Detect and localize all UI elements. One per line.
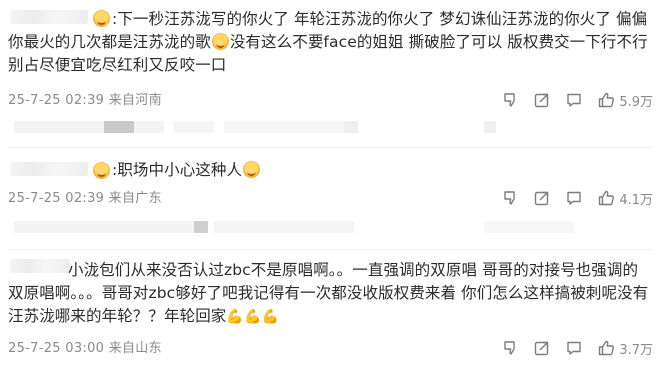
grin-emoji-icon [243, 161, 261, 178]
like-count: 4.1万 [619, 192, 653, 208]
comment-icon[interactable] [565, 339, 583, 357]
comment-icon[interactable] [565, 91, 583, 109]
comment-time: 25-7-25 02:39 [8, 93, 105, 108]
comment-meta: 25-7-25 02:39 来自河南 5.9万 [8, 89, 653, 111]
comment-meta: 25-7-25 02:39 来自广东 4.1万 [8, 187, 653, 209]
blurred-reply-preview [14, 221, 574, 233]
comment-text: 小泷包们从来没否认过zbc不是原唱啊。。一直强调的双原唱 哥哥的对接号也强调的双… [8, 259, 653, 329]
like-count: 5.9万 [619, 94, 653, 110]
comment-text: :下一秒汪苏泷写的你火了 年轮汪苏泷的你火了 梦幻诛仙汪苏泷的你火了 偏偏你最火… [8, 10, 648, 74]
comment-actions: 4.1万 [501, 187, 653, 209]
like-icon[interactable] [597, 91, 615, 109]
comment-meta: 25-7-25 03:00 来自山东 3.7万 [8, 337, 653, 359]
comment-icon[interactable] [565, 189, 583, 207]
divider [8, 147, 653, 148]
dislike-icon[interactable] [501, 189, 519, 207]
comment-time: 25-7-25 02:39 [8, 191, 105, 206]
comment-location: 来自山东 [108, 341, 162, 356]
dislike-icon[interactable] [501, 91, 519, 109]
grin-emoji-icon [211, 33, 229, 50]
share-icon[interactable] [533, 91, 551, 109]
comment-time: 25-7-25 03:00 [8, 341, 105, 356]
share-icon[interactable] [533, 189, 551, 207]
share-icon[interactable] [533, 339, 551, 357]
like-count: 3.7万 [619, 342, 653, 358]
comment-actions: 3.7万 [501, 337, 653, 359]
like-icon[interactable] [597, 339, 615, 357]
comment-actions: 5.9万 [501, 89, 653, 111]
muscle-emoji-icon: 💪💪💪 [226, 309, 280, 325]
divider [8, 249, 653, 250]
comment-location: 来自广东 [108, 191, 162, 206]
comment-location: 来自河南 [108, 93, 162, 108]
like-icon[interactable] [597, 189, 615, 207]
dislike-icon[interactable] [501, 339, 519, 357]
comment-text: :职场中小心这种人 [8, 159, 653, 182]
blurred-reply-preview [14, 121, 496, 133]
